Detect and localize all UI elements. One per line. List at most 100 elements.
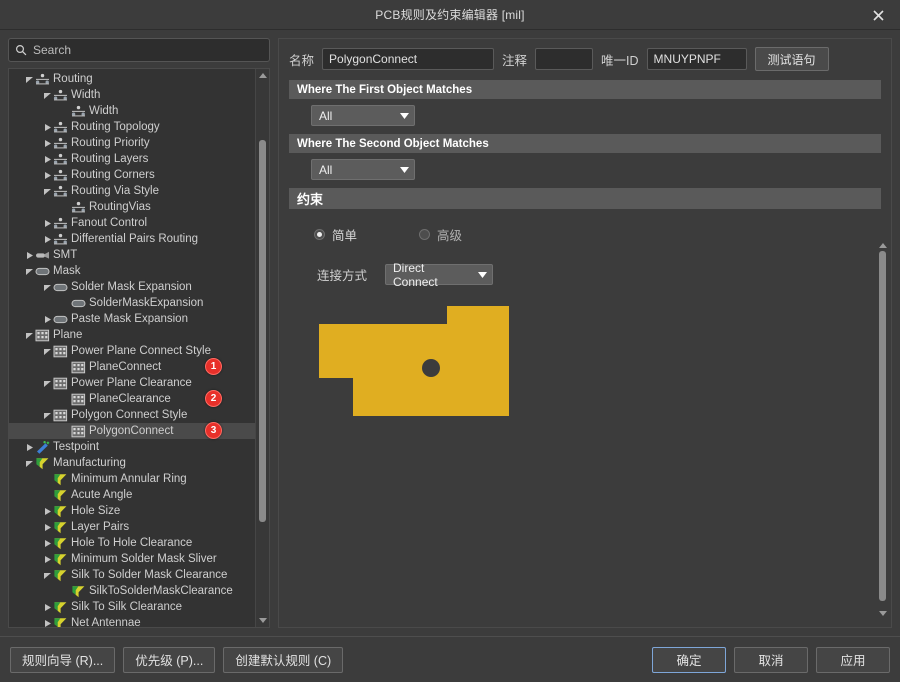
rule-wizard-button[interactable]: 规则向导 (R)...	[10, 646, 116, 673]
tree-item-routing-via-style[interactable]: Routing Via Style	[9, 183, 255, 199]
chevron-collapsed-icon[interactable]	[41, 535, 53, 551]
tree-item-mask[interactable]: Mask	[9, 263, 255, 279]
ok-button[interactable]: 确定	[652, 646, 726, 673]
test-query-button[interactable]: 测试语句	[754, 47, 829, 71]
tree-item-silk-to-silk-clearance[interactable]: Silk To Silk Clearance	[9, 599, 255, 615]
detail-scroll-track[interactable]	[876, 251, 889, 607]
radio-advanced[interactable]: 高级	[419, 225, 462, 244]
chevron-expanded-icon[interactable]	[23, 71, 35, 87]
chevron-collapsed-icon[interactable]	[41, 615, 53, 627]
tree-item-fanout-control[interactable]: Fanout Control	[9, 215, 255, 231]
chevron-expanded-icon[interactable]	[41, 279, 53, 295]
chevron-expanded-icon[interactable]	[41, 87, 53, 103]
chevron-collapsed-icon[interactable]	[23, 439, 35, 455]
chevron-expanded-icon[interactable]	[41, 343, 53, 359]
tree-item-power-plane-clearance[interactable]: Power Plane Clearance	[9, 375, 255, 391]
tree-vertical-scrollbar[interactable]	[255, 69, 269, 627]
chevron-collapsed-icon[interactable]	[41, 151, 53, 167]
chevron-expanded-icon[interactable]	[23, 263, 35, 279]
create-default-rules-button[interactable]: 创建默认规则 (C)	[223, 646, 344, 673]
first-object-scope-select[interactable]: All	[311, 105, 415, 126]
rule-uid-field[interactable]: MNUYPNPF	[646, 48, 747, 70]
chevron-expanded-icon[interactable]	[41, 375, 53, 391]
tree-item-routing-corners[interactable]: Routing Corners	[9, 167, 255, 183]
scroll-down-icon[interactable]	[876, 607, 889, 619]
rules-tree[interactable]: Routing Width Width Routing Topology Routing…	[8, 68, 270, 628]
chevron-expanded-icon[interactable]	[23, 455, 35, 471]
tree-item-hole-to-hole-clearance[interactable]: Hole To Hole Clearance	[9, 535, 255, 551]
plane-icon	[71, 393, 86, 406]
second-object-scope-select[interactable]: All	[311, 159, 415, 180]
tree-item-net-antennae[interactable]: Net Antennae	[9, 615, 255, 627]
tree-item-testpoint[interactable]: Testpoint	[9, 439, 255, 455]
chevron-collapsed-icon[interactable]	[41, 135, 53, 151]
chevron-collapsed-icon[interactable]	[41, 551, 53, 567]
tree-item-width[interactable]: Width	[9, 87, 255, 103]
chevron-expanded-icon[interactable]	[41, 407, 53, 423]
chevron-collapsed-icon[interactable]	[41, 119, 53, 135]
triangle-right-glyph	[44, 171, 51, 179]
chevron-collapsed-icon[interactable]	[23, 247, 35, 263]
tree-item-silk-to-solder-mask-clearance[interactable]: Silk To Solder Mask Clearance	[9, 567, 255, 583]
detail-scroll-thumb[interactable]	[879, 251, 886, 601]
tree-item-plane[interactable]: Plane	[9, 327, 255, 343]
tree-scroll-track[interactable]	[256, 82, 269, 614]
tree-item-minimum-annular-ring[interactable]: Minimum Annular Ring	[9, 471, 255, 487]
tree-item-power-plane-connect-style[interactable]: Power Plane Connect Style	[9, 343, 255, 359]
chevron-expanded-icon[interactable]	[41, 567, 53, 583]
rule-comment-field[interactable]	[535, 48, 594, 70]
tree-item-layer-pairs[interactable]: Layer Pairs	[9, 519, 255, 535]
detail-vertical-scrollbar[interactable]	[876, 239, 889, 619]
chevron-expanded-icon[interactable]	[23, 327, 35, 343]
chevron-collapsed-icon[interactable]	[41, 167, 53, 183]
chevron-down-icon	[394, 160, 414, 179]
tree-item-label: Hole Size	[71, 505, 121, 517]
chevron-collapsed-icon[interactable]	[41, 503, 53, 519]
chevron-collapsed-icon[interactable]	[41, 311, 53, 327]
chevron-collapsed-icon[interactable]	[41, 231, 53, 247]
tree-item-hole-size[interactable]: Hole Size	[9, 503, 255, 519]
tree-item-routing[interactable]: Routing	[9, 71, 255, 87]
tree-item-planeconnect[interactable]: PlaneConnect 1	[9, 358, 255, 375]
tree-item-planeclearance[interactable]: PlaneClearance 2	[9, 390, 255, 407]
close-icon[interactable]	[856, 0, 900, 30]
tree-item-soldermaskexpansion[interactable]: SolderMaskExpansion	[9, 295, 255, 311]
connect-style-select[interactable]: Direct Connect	[385, 261, 494, 289]
tree-item-solder-mask-expansion[interactable]: Solder Mask Expansion	[9, 279, 255, 295]
manufacturing-icon	[72, 585, 85, 597]
scroll-down-icon[interactable]	[256, 614, 269, 627]
chevron-collapsed-icon[interactable]	[41, 215, 53, 231]
first-object-header: Where The First Object Matches	[289, 80, 881, 99]
priorities-button[interactable]: 优先级 (P)...	[123, 646, 216, 673]
chevron-collapsed-icon[interactable]	[41, 519, 53, 535]
radio-simple[interactable]: 简单	[314, 225, 357, 244]
rule-name-field[interactable]: PolygonConnect	[322, 48, 495, 70]
tree-scroll-thumb[interactable]	[259, 140, 266, 522]
search-input[interactable]: Search	[8, 38, 270, 62]
tree-item-routingvias[interactable]: RoutingVias	[9, 199, 255, 215]
apply-button[interactable]: 应用	[816, 646, 890, 673]
chevron-expanded-icon[interactable]	[41, 183, 53, 199]
tree-item-minimum-solder-mask-sliver[interactable]: Minimum Solder Mask Sliver	[9, 551, 255, 567]
scroll-up-icon[interactable]	[256, 69, 269, 82]
tree-item-label: Routing Priority	[71, 137, 150, 149]
tree-item-silktosoldermaskclearance[interactable]: SilkToSolderMaskClearance	[9, 583, 255, 599]
radio-simple-dot	[314, 229, 325, 240]
scroll-up-icon[interactable]	[876, 239, 889, 251]
tree-item-routing-priority[interactable]: Routing Priority	[9, 135, 255, 151]
tree-item-smt[interactable]: SMT	[9, 247, 255, 263]
tree-item-width[interactable]: Width	[9, 103, 255, 119]
tree-item-acute-angle[interactable]: Acute Angle	[9, 487, 255, 503]
tree-item-paste-mask-expansion[interactable]: Paste Mask Expansion	[9, 311, 255, 327]
tree-item-differential-pairs-routing[interactable]: Differential Pairs Routing	[9, 231, 255, 247]
tree-item-routing-topology[interactable]: Routing Topology	[9, 119, 255, 135]
triangle-right-glyph	[44, 539, 51, 547]
tree-item-manufacturing[interactable]: Manufacturing	[9, 455, 255, 471]
tree-item-polygonconnect[interactable]: PolygonConnect 3	[9, 422, 255, 439]
chevron-collapsed-icon[interactable]	[41, 599, 53, 615]
tree-item-polygon-connect-style[interactable]: Polygon Connect Style	[9, 407, 255, 423]
tree-item-routing-layers[interactable]: Routing Layers	[9, 151, 255, 167]
cancel-button[interactable]: 取消	[734, 646, 808, 673]
